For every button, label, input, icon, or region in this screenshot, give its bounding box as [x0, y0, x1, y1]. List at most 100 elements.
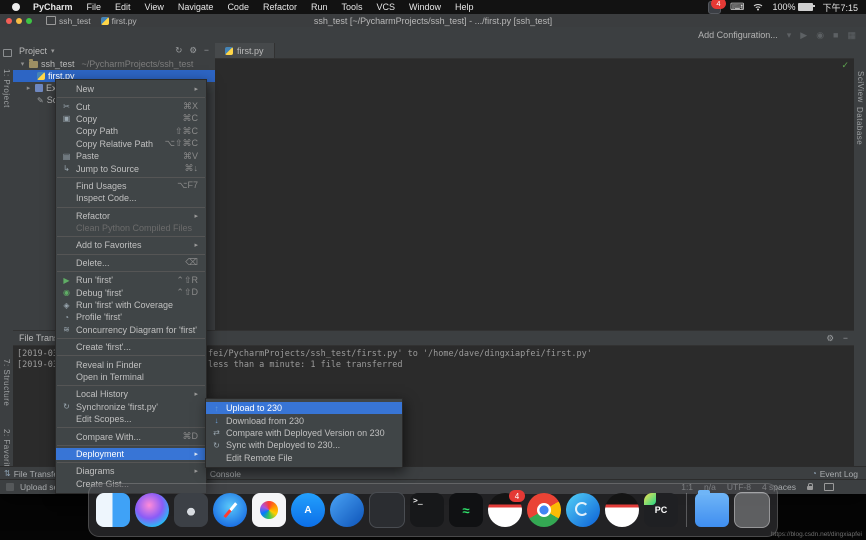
cut-icon: ✂: [61, 102, 72, 111]
settings-gear-icon[interactable]: ⚙: [826, 333, 834, 344]
dock-icon-trash[interactable]: [734, 492, 770, 528]
debug-icon[interactable]: ◉: [816, 30, 824, 41]
dock-icon-terminal[interactable]: >_: [410, 493, 444, 527]
menu-item-download-from-230[interactable]: ↓Download from 230: [206, 414, 402, 426]
menubar-item-vcs[interactable]: VCS: [370, 2, 403, 12]
menu-item-diagrams[interactable]: Diagrams▸: [56, 465, 206, 477]
menubar-item-file[interactable]: File: [80, 2, 109, 12]
menubar-item-help[interactable]: Help: [448, 2, 481, 12]
menu-item-jump-to-source[interactable]: ↳Jump to Source⌘↓: [56, 162, 206, 174]
sync-icon[interactable]: ↻: [175, 45, 182, 56]
editor-tab-first-py[interactable]: first.py: [215, 43, 275, 58]
window-titlebar[interactable]: ssh_test first.py ssh_test [~/PycharmPro…: [0, 14, 866, 28]
menu-item-create-first[interactable]: Create 'first'...: [56, 341, 206, 353]
menu-item-concurrency-diagram-for-first[interactable]: ≋Concurrency Diagram for 'first': [56, 324, 206, 336]
menubar-item-pycharm[interactable]: PyCharm: [26, 2, 80, 12]
wifi-icon[interactable]: [753, 3, 763, 11]
menubar-item-refactor[interactable]: Refactor: [256, 2, 304, 12]
menu-item-open-in-terminal[interactable]: Open in Terminal: [56, 371, 206, 383]
menubar-item-tools[interactable]: Tools: [334, 2, 369, 12]
menubar-item-run[interactable]: Run: [304, 2, 335, 12]
dock-icon-activity-monitor[interactable]: ≈: [449, 493, 483, 527]
menu-item-deployment[interactable]: Deployment▸: [56, 448, 206, 460]
dock-icon-pycharm[interactable]: PC: [644, 493, 678, 527]
close-button[interactable]: [6, 18, 12, 24]
run-configuration-select[interactable]: Add Configuration...: [698, 30, 778, 40]
project-header[interactable]: Project ▾ ↻ ⚙ −: [13, 43, 215, 58]
zoom-button[interactable]: [26, 18, 32, 24]
tool-stripe-sciview[interactable]: SciView: [856, 71, 865, 103]
dock-icon-launchpad[interactable]: [174, 493, 208, 527]
menu-item-edit-remote-file[interactable]: Edit Remote File: [206, 452, 402, 464]
highlighting-level-icon[interactable]: [824, 483, 834, 491]
submenu-arrow-icon: ▸: [194, 85, 198, 93]
menu-item-refactor[interactable]: Refactor▸: [56, 210, 206, 222]
menubar-item-code[interactable]: Code: [220, 2, 256, 12]
menu-item-reveal-in-finder[interactable]: Reveal in Finder: [56, 358, 206, 370]
dock-icon-browser[interactable]: [566, 493, 600, 527]
minimize-button[interactable]: [16, 18, 22, 24]
tool-stripe-structure[interactable]: 7: Structure: [2, 359, 11, 406]
menu-item-copy-relative-path[interactable]: Copy Relative Path⌥⇧⌘C: [56, 138, 206, 150]
menu-item-compare-with-deployed-version-on-230[interactable]: ⇄Compare with Deployed Version on 230: [206, 427, 402, 439]
menu-item-label: Delete...: [76, 258, 173, 268]
dock-icon-dictionary[interactable]: [330, 493, 364, 527]
menu-item-cut[interactable]: ✂Cut⌘X: [56, 100, 206, 112]
menubar-item-navigate[interactable]: Navigate: [171, 2, 221, 12]
dock-icon-utilities[interactable]: [369, 492, 405, 528]
dock-icon-tim[interactable]: [605, 493, 639, 527]
dock-icon-chrome[interactable]: [527, 493, 561, 527]
menu-item-copy[interactable]: ▣Copy⌘C: [56, 113, 206, 125]
dock-icon-finder[interactable]: [96, 493, 130, 527]
menu-item-sync-with-deployed-to-230[interactable]: ↻Sync with Deployed to 230...: [206, 439, 402, 451]
dock-icon-app-store[interactable]: A: [291, 493, 325, 527]
dock-icon-photos[interactable]: [252, 493, 286, 527]
tool-stripe-database[interactable]: Database: [855, 107, 864, 145]
breadcrumb-project[interactable]: ssh_test: [46, 16, 91, 26]
copy-icon: ▣: [61, 114, 72, 123]
menu-separator: [57, 445, 205, 446]
menu-item-find-usages[interactable]: Find Usages⌥F7: [56, 180, 206, 192]
menubar-item-edit[interactable]: Edit: [108, 2, 138, 12]
dock-icon-safari[interactable]: [213, 493, 247, 527]
dock-icon-downloads-folder[interactable]: [695, 493, 729, 527]
input-source-icon[interactable]: ⌨: [730, 2, 744, 13]
menu-item-compare-with[interactable]: Compare With...⌘D: [56, 430, 206, 442]
menu-item-run-first[interactable]: ▶Run 'first'⌃⇧R: [56, 274, 206, 286]
lock-icon[interactable]: [807, 486, 813, 490]
menubar-item-window[interactable]: Window: [402, 2, 448, 12]
menu-item-profile-first[interactable]: ◔Profile 'first': [56, 311, 206, 323]
tool-stripe-project[interactable]: 1: Project: [2, 69, 11, 108]
menu-item-edit-scopes[interactable]: Edit Scopes...: [56, 413, 206, 425]
menu-item-debug-first[interactable]: ◉Debug 'first'⌃⇧D: [56, 286, 206, 298]
dock-icon-qq[interactable]: 4: [488, 493, 522, 527]
hide-panel-icon[interactable]: −: [843, 333, 848, 344]
menu-item-upload-to-230[interactable]: ↑Upload to 230: [206, 402, 402, 414]
hide-panel-icon[interactable]: −: [204, 45, 209, 56]
menu-item-paste[interactable]: ▤Paste⌘V: [56, 150, 206, 162]
menubar-clock[interactable]: 下午7:15: [822, 1, 858, 14]
menu-separator: [57, 462, 205, 463]
menu-item-run-first-with-coverage[interactable]: ◈Run 'first' with Coverage: [56, 299, 206, 311]
tool-window-switcher-icon[interactable]: [6, 483, 14, 491]
run-icon[interactable]: ▶: [800, 30, 807, 41]
menu-item-inspect-code[interactable]: Inspect Code...: [56, 192, 206, 204]
apple-menu-icon[interactable]: [12, 3, 20, 11]
dock-icon-siri[interactable]: [135, 493, 169, 527]
stop-icon[interactable]: ■: [833, 30, 838, 40]
menu-item-add-to-favorites[interactable]: Add to Favorites▸: [56, 239, 206, 251]
menubar-item-view[interactable]: View: [138, 2, 171, 12]
tool-grid-icon[interactable]: ▦: [847, 30, 856, 41]
inspection-ok-icon[interactable]: ✓: [841, 60, 849, 71]
breadcrumb-file[interactable]: first.py: [101, 16, 137, 26]
menu-item-delete[interactable]: Delete...⌫: [56, 257, 206, 269]
menu-item-copy-path[interactable]: Copy Path⇧⌘C: [56, 125, 206, 137]
tree-row-root[interactable]: ▾ssh_test~/PycharmProjects/ssh_test: [13, 58, 215, 70]
battery-indicator[interactable]: 100%: [772, 2, 813, 12]
menu-item-synchronize-first-py[interactable]: ↻Synchronize 'first.py': [56, 401, 206, 413]
menubar-app-icon[interactable]: 4: [708, 1, 721, 14]
menu-item-new[interactable]: New▸: [56, 83, 206, 95]
editor-area[interactable]: first.py ✓: [215, 43, 854, 330]
menu-item-local-history[interactable]: Local History▸: [56, 388, 206, 400]
settings-gear-icon[interactable]: ⚙: [189, 45, 197, 56]
